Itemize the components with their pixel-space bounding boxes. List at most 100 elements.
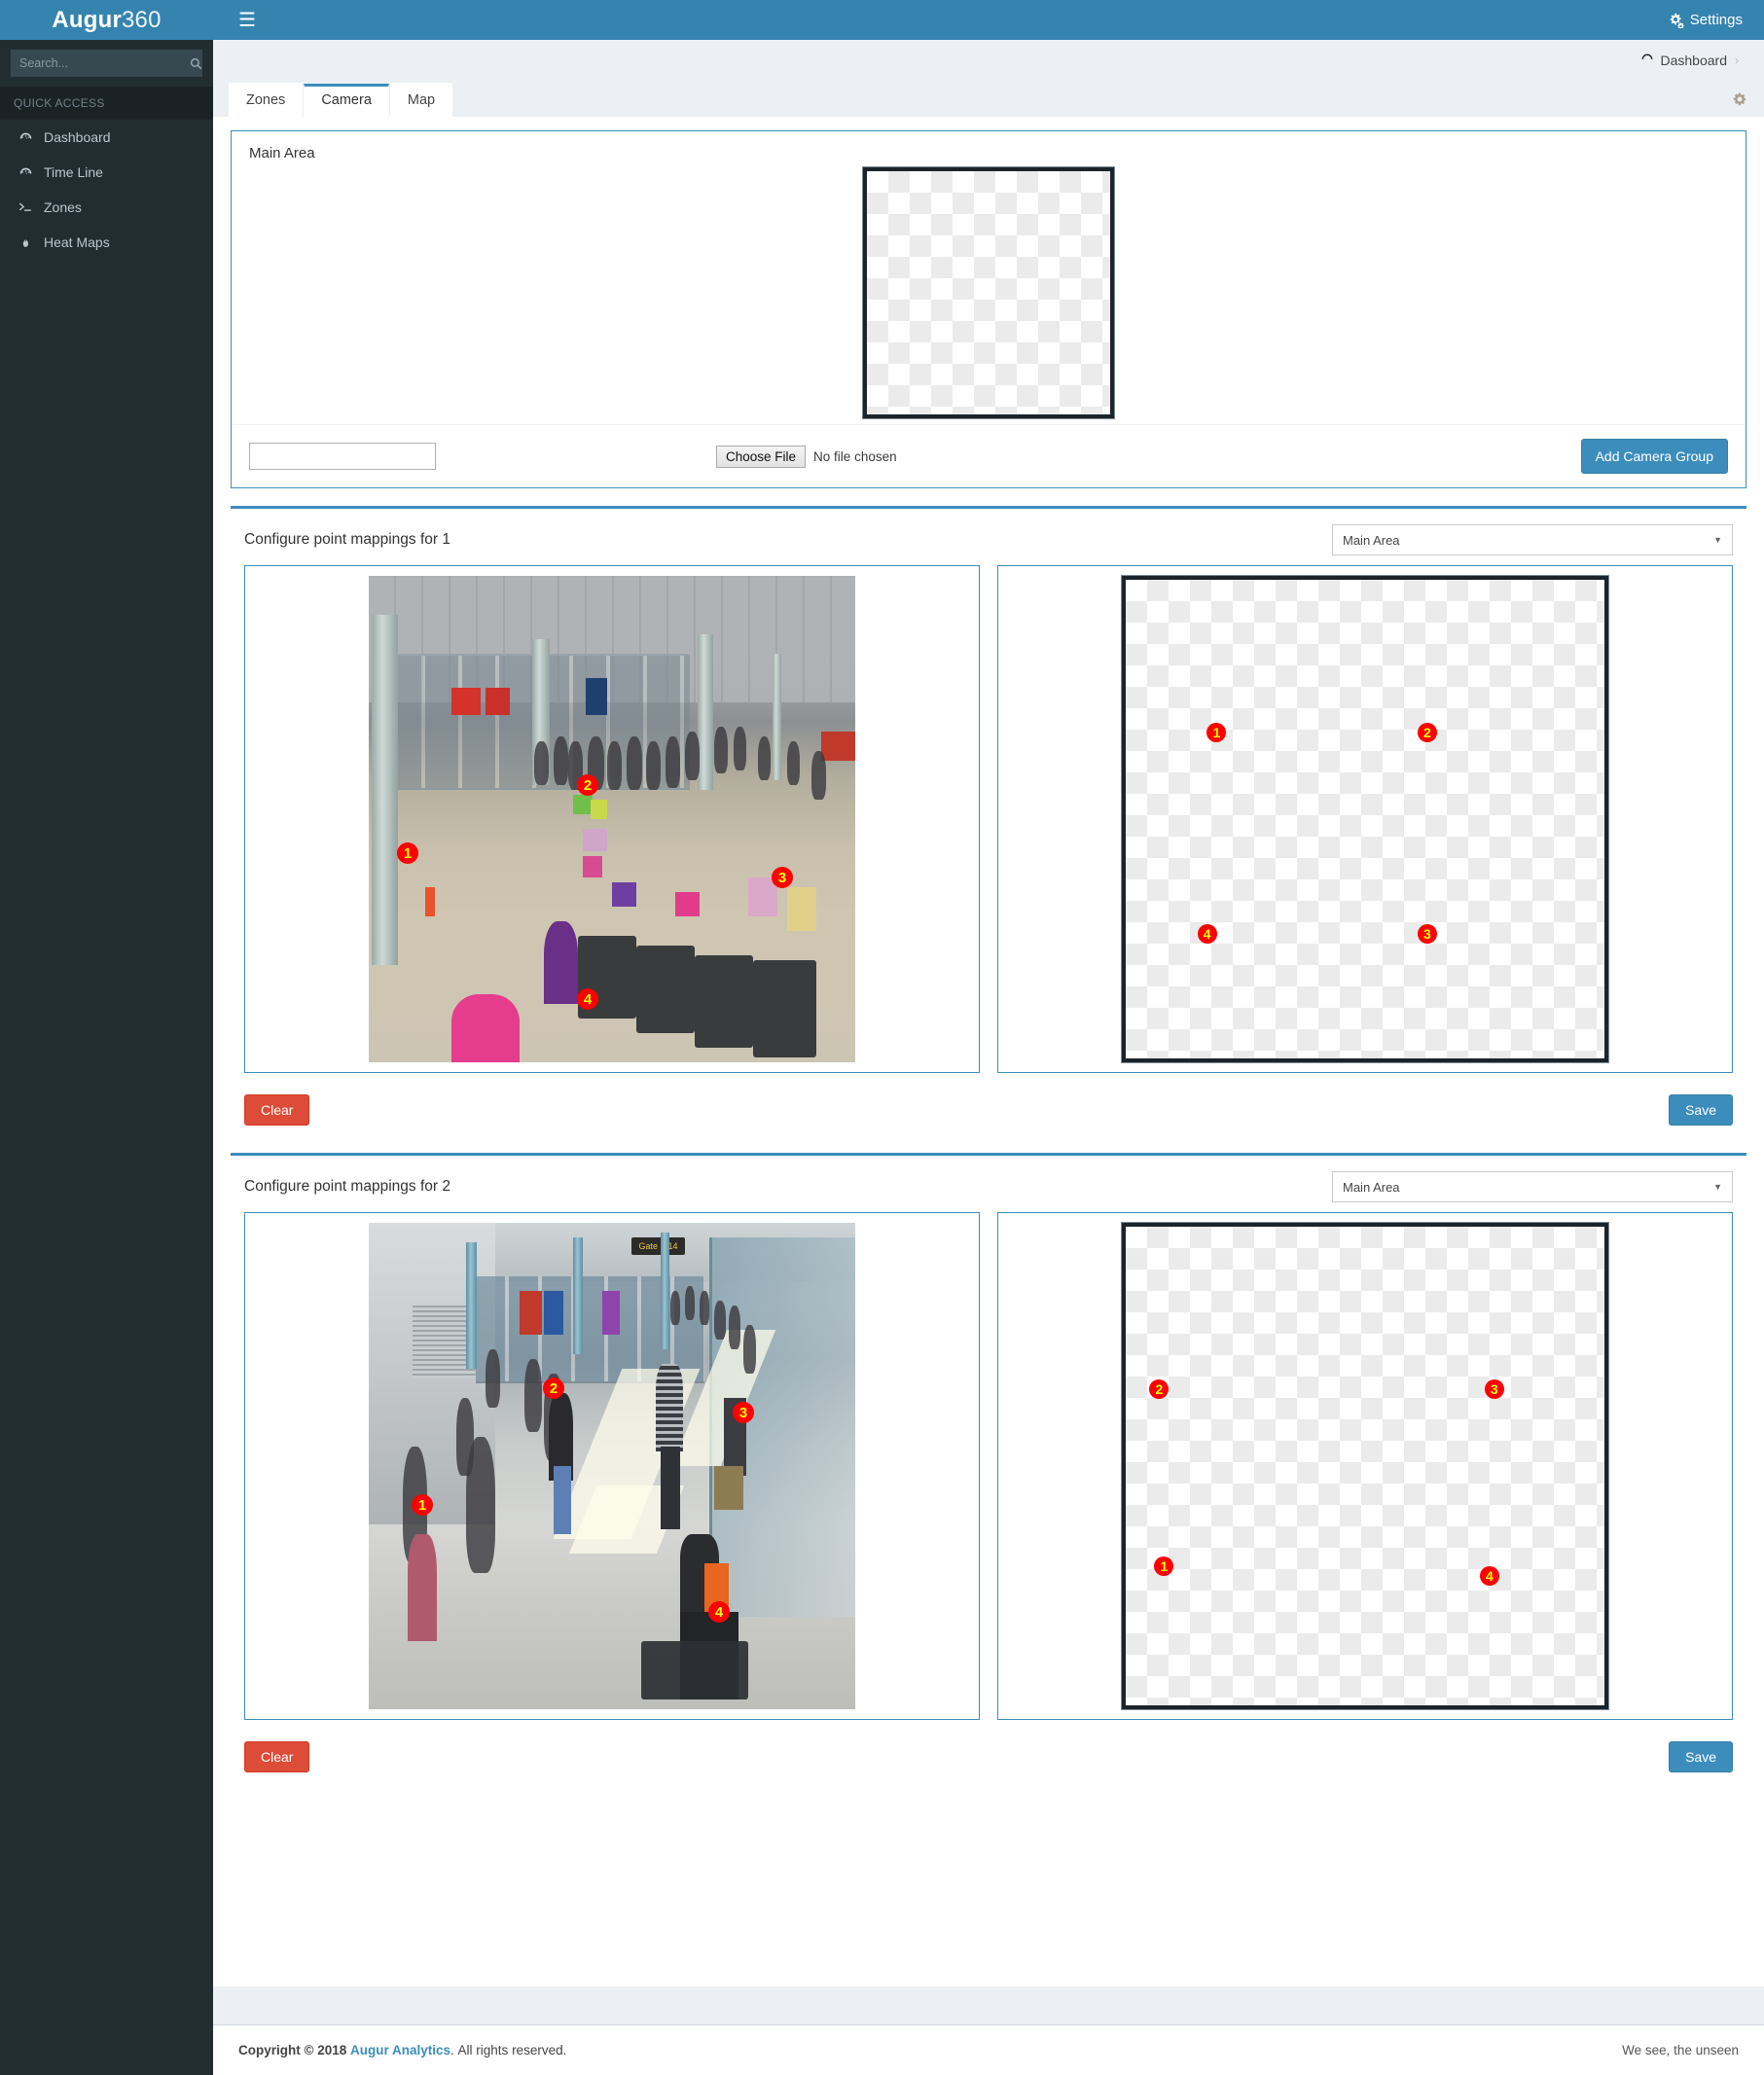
- camera-point-marker[interactable]: 3: [772, 867, 793, 888]
- footer-tagline: We see, the unseen: [1622, 2043, 1739, 2057]
- sidebar-item-heat-maps[interactable]: Heat Maps: [0, 225, 213, 260]
- camera-point-marker[interactable]: 4: [577, 988, 598, 1010]
- camera-group-box: Main Area Choose File No file chosen Add…: [231, 130, 1746, 488]
- map-image-pane-1[interactable]: 1 2 4 3: [997, 565, 1733, 1073]
- map-point-marker[interactable]: 4: [1197, 924, 1217, 945]
- tab-bar: Zones Camera Map: [213, 80, 1764, 117]
- map-point-marker[interactable]: 4: [1479, 1566, 1499, 1587]
- content-area: Dashboard › Zones Camera Map Main Area C…: [213, 40, 1764, 2075]
- map-checkerboard-2[interactable]: 2 3 1 4: [1126, 1227, 1604, 1705]
- point-mapping-section-2: Configure point mappings for 2 Main Area…: [231, 1153, 1746, 1782]
- camera-point-marker[interactable]: 2: [577, 774, 598, 796]
- camera-point-marker[interactable]: 4: [708, 1601, 730, 1623]
- checkerboard-placeholder: [867, 171, 1110, 414]
- search-input[interactable]: [12, 56, 184, 70]
- add-camera-group-button[interactable]: Add Camera Group: [1580, 439, 1728, 474]
- tab-map[interactable]: Map: [389, 82, 453, 117]
- save-button[interactable]: Save: [1669, 1741, 1733, 1772]
- map-point-marker[interactable]: 2: [1149, 1379, 1170, 1400]
- camera-image-pane-2[interactable]: Gate 8-14 1 2 3 4: [244, 1212, 980, 1720]
- zone-select-value: Main Area: [1343, 532, 1400, 548]
- sidebar-item-label: Zones: [44, 199, 82, 215]
- camera-group-preview-wrap: [232, 163, 1746, 424]
- map-frame-1[interactable]: 1 2 4 3: [1122, 576, 1608, 1062]
- breadcrumb-dashboard[interactable]: Dashboard: [1640, 52, 1728, 68]
- camera-scene-1[interactable]: 1 2 3 4: [369, 576, 855, 1062]
- sidebar-section-label: QUICK ACCESS: [0, 87, 213, 120]
- map-point-marker[interactable]: 3: [1417, 924, 1437, 945]
- footer-rights: All rights reserved.: [457, 2043, 567, 2057]
- point-mapping-panes-2: Gate 8-14 1 2 3 4 2 3 1 4: [231, 1212, 1746, 1720]
- gear-icon[interactable]: [1733, 92, 1746, 109]
- sidebar-item-label: Heat Maps: [44, 234, 110, 250]
- camera-point-marker[interactable]: 2: [543, 1377, 564, 1399]
- clear-button[interactable]: Clear: [244, 1094, 310, 1126]
- zone-select-value: Main Area: [1343, 1179, 1400, 1195]
- gate-sign: Gate 8-14: [631, 1237, 685, 1255]
- brand-logo[interactable]: Augur360: [0, 0, 213, 40]
- breadcrumb-label: Dashboard: [1660, 52, 1728, 68]
- map-point-marker[interactable]: 1: [1154, 1556, 1174, 1577]
- camera-image-pane-1[interactable]: 1 2 3 4: [244, 565, 980, 1073]
- camera-group-name-input[interactable]: [249, 443, 436, 470]
- map-preview-frame[interactable]: [863, 167, 1114, 418]
- top-navbar: Augur360 ☰ Settings: [0, 0, 1764, 40]
- camera-point-marker[interactable]: 1: [412, 1494, 433, 1516]
- camera-point-marker[interactable]: 3: [733, 1402, 754, 1423]
- breadcrumb-separator: ›: [1735, 53, 1739, 67]
- settings-label: Settings: [1689, 12, 1743, 28]
- sidebar-item-time-line[interactable]: Time Line: [0, 155, 213, 190]
- file-picker: Choose File No file chosen: [716, 445, 897, 468]
- point-mapping-header-1: Configure point mappings for 1 Main Area…: [231, 509, 1746, 565]
- gears-icon: [1669, 13, 1684, 29]
- dashboard-icon: [1640, 52, 1654, 68]
- sidebar: QUICK ACCESS Dashboard Time Line: [0, 40, 213, 2075]
- point-mapping-actions-1: Clear Save: [231, 1073, 1746, 1135]
- brand-light-text: 360: [122, 6, 162, 33]
- camera-group-title: Main Area: [249, 145, 315, 161]
- breadcrumb: Dashboard ›: [213, 40, 1764, 80]
- fire-icon: [17, 235, 34, 249]
- camera-point-marker[interactable]: 1: [397, 842, 418, 864]
- footer: Copyright © 2018 Augur Analytics . All r…: [213, 2024, 1764, 2075]
- search-box[interactable]: [11, 50, 202, 77]
- map-point-marker[interactable]: 3: [1484, 1379, 1504, 1400]
- timeline-icon: [17, 165, 34, 180]
- camera-scene-2[interactable]: Gate 8-14 1 2 3 4: [369, 1223, 855, 1709]
- sidebar-item-dashboard[interactable]: Dashboard: [0, 120, 213, 155]
- camera-group-upload-row: Choose File No file chosen Add Camera Gr…: [232, 424, 1746, 487]
- zone-select-2[interactable]: Main Area ▼: [1332, 1171, 1733, 1202]
- clear-button[interactable]: Clear: [244, 1741, 310, 1772]
- point-mapping-section-1: Configure point mappings for 1 Main Area…: [231, 506, 1746, 1135]
- map-point-marker[interactable]: 1: [1206, 723, 1227, 743]
- map-point-marker[interactable]: 2: [1417, 723, 1437, 743]
- point-mapping-actions-2: Clear Save: [231, 1720, 1746, 1782]
- map-image-pane-2[interactable]: 2 3 1 4: [997, 1212, 1733, 1720]
- tab-panel-camera: Main Area Choose File No file chosen Add…: [213, 117, 1764, 1809]
- tab-zones[interactable]: Zones: [229, 82, 304, 117]
- terminal-icon: [17, 199, 34, 215]
- main-panel: Zones Camera Map Main Area Choose File N…: [213, 80, 1764, 1986]
- tab-camera[interactable]: Camera: [304, 83, 389, 117]
- chevron-down-icon: ▼: [1713, 535, 1722, 545]
- sidebar-search-wrap: [0, 40, 213, 87]
- chevron-down-icon: ▼: [1713, 1182, 1722, 1192]
- footer-copyright: Copyright © 2018: [238, 2043, 347, 2057]
- point-mapping-title: Configure point mappings for 1: [244, 531, 450, 548]
- point-mapping-panes-1: 1 2 3 4 1 2 4 3: [231, 565, 1746, 1073]
- settings-link[interactable]: Settings: [1669, 12, 1743, 29]
- point-mapping-title: Configure point mappings for 2: [244, 1178, 450, 1195]
- zone-select-1[interactable]: Main Area ▼: [1332, 524, 1733, 555]
- footer-company-link[interactable]: Augur Analytics: [350, 2043, 450, 2057]
- dashboard-icon: [17, 130, 34, 145]
- sidebar-item-label: Dashboard: [44, 129, 111, 145]
- sidebar-item-zones[interactable]: Zones: [0, 190, 213, 225]
- map-checkerboard-1[interactable]: 1 2 4 3: [1126, 580, 1604, 1058]
- app-root: Augur360 ☰ Settings Search... QUICK ACCE…: [0, 0, 1764, 2075]
- save-button[interactable]: Save: [1669, 1094, 1733, 1126]
- brand-bold-text: Augur: [52, 6, 122, 33]
- search-icon[interactable]: [184, 51, 208, 76]
- hamburger-icon[interactable]: ☰: [238, 11, 256, 30]
- map-frame-2[interactable]: 2 3 1 4: [1122, 1223, 1608, 1709]
- choose-file-button[interactable]: Choose File: [716, 445, 807, 468]
